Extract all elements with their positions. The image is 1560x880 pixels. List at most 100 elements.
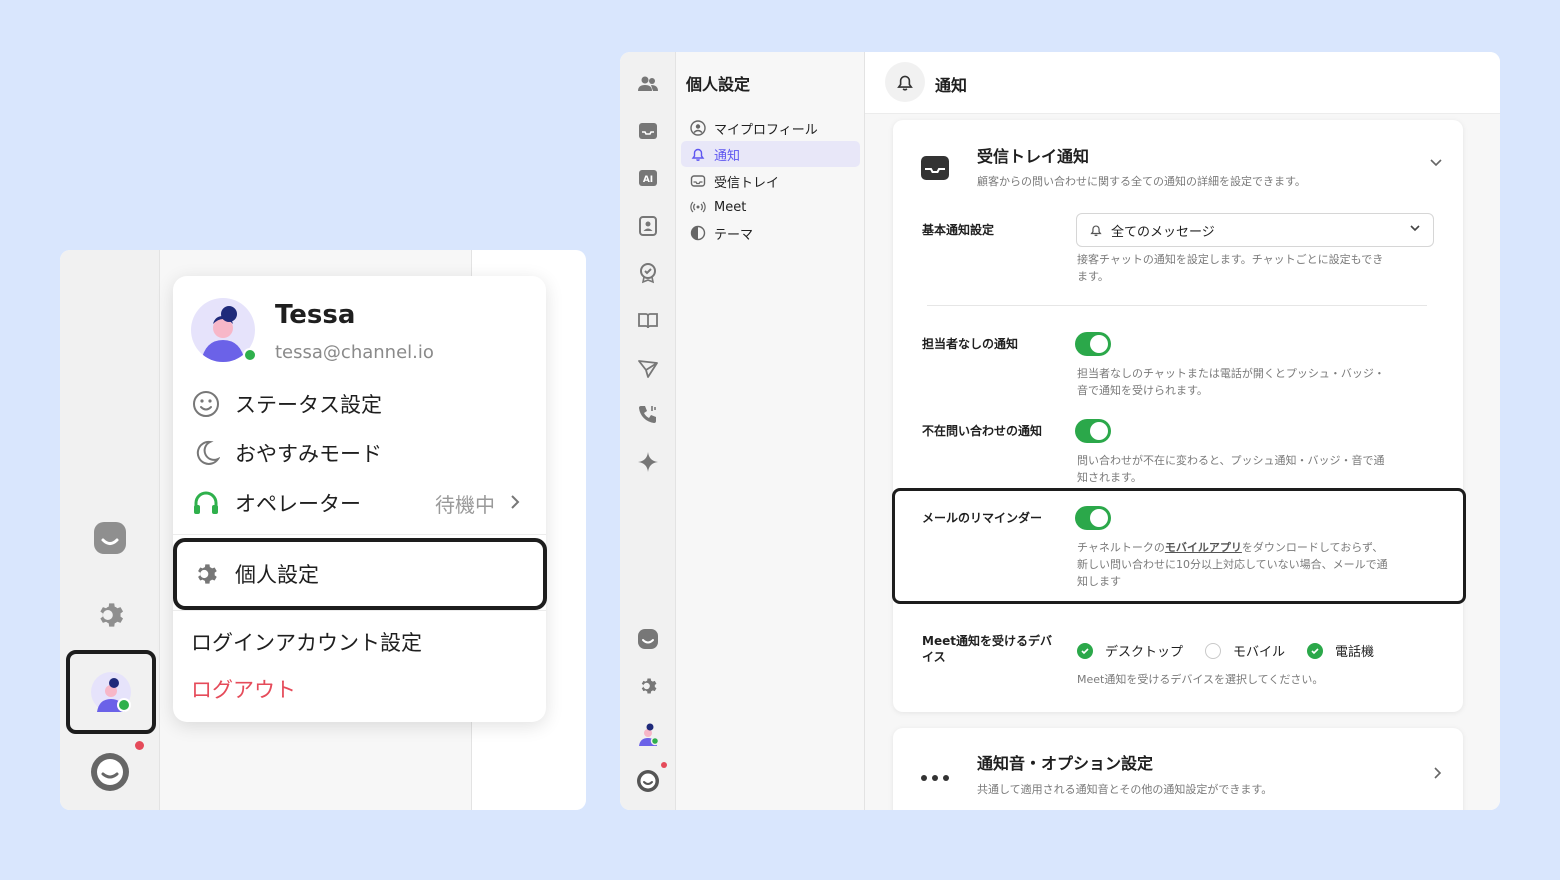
send-icon[interactable] xyxy=(634,355,662,383)
phone-icon[interactable] xyxy=(634,400,662,428)
more-icon xyxy=(919,762,951,794)
gear-icon[interactable] xyxy=(634,672,662,700)
badge-check-icon[interactable] xyxy=(634,259,662,287)
absent-notification-label: 不在問い合わせの通知 xyxy=(922,424,1043,438)
nav-item-label: 受信トレイ xyxy=(714,175,780,191)
status-setting-label: ステータス設定 xyxy=(235,393,382,417)
operator-item[interactable]: オペレーター 待機中 xyxy=(191,483,531,523)
profile-menu: Tessa tessa@channel.io ステータス設定 おやすみモード オ… xyxy=(173,276,546,722)
email-reminder-desc: チャネルトークのモバイルアプリをダウンロードしておらず、 新しい問い合わせに10… xyxy=(1077,539,1437,590)
label-line: イス xyxy=(922,650,946,664)
desc-line: ます。 xyxy=(1077,270,1109,283)
user-name: Tessa xyxy=(275,300,356,330)
user-avatar-button[interactable] xyxy=(634,720,662,748)
online-status-dot xyxy=(117,698,131,712)
logout-label: ログアウト xyxy=(191,678,296,702)
main-sidebar-rail: AI xyxy=(620,52,676,810)
gear-icon[interactable] xyxy=(90,595,130,635)
absent-notification-desc: 問い合わせが不在に変わると、プッシュ通知・バッジ・音で通 知されます。 xyxy=(1077,452,1437,486)
sleep-mode-label: おやすみモード xyxy=(235,442,382,466)
chevron-down-icon[interactable] xyxy=(1429,156,1443,172)
basic-notification-select[interactable]: 全てのメッセージ xyxy=(1076,213,1434,247)
nav-item-my-profile[interactable]: マイプロフィール xyxy=(681,115,860,141)
desc-line: 担当者なしのチャットまたは電話が開くとプッシュ・バッジ・ xyxy=(1077,367,1385,380)
channel-talk-icon[interactable] xyxy=(90,752,130,792)
nav-item-label: 通知 xyxy=(714,148,741,164)
nav-item-meet[interactable]: Meet xyxy=(681,194,860,220)
team-icon[interactable] xyxy=(634,70,662,98)
channel-logo-icon[interactable] xyxy=(90,518,130,558)
basic-notification-desc: 接客チャットの通知を設定します。チャットごとに設定もでき ます。 xyxy=(1077,251,1437,285)
desc-line: 音で通知を受けられます。 xyxy=(1077,384,1208,397)
inbox-icon[interactable] xyxy=(634,117,662,145)
moon-icon xyxy=(191,438,221,468)
meet-device-checkboxes: デスクトップ モバイル 電話機 xyxy=(1077,641,1396,660)
label-line: Meet通知を受けるデバ xyxy=(922,634,1052,648)
meet-device-label: Meet通知を受けるデバ イス xyxy=(922,633,1067,665)
desc-text: をダウンロードしておらず、 xyxy=(1241,541,1384,554)
nav-item-inbox[interactable]: 受信トレイ xyxy=(681,168,860,194)
left-sidebar-rail xyxy=(60,250,160,810)
logout-item[interactable]: ログアウト xyxy=(191,669,531,709)
email-reminder-label: メールのリマインダー xyxy=(922,511,1043,525)
absent-notification-toggle[interactable] xyxy=(1075,419,1111,443)
meet-device-desc: Meet通知を受けるデバイスを選択してください。 xyxy=(1077,673,1324,686)
gear-icon xyxy=(191,559,221,589)
desc-line: 問い合わせが不在に変わると、プッシュ通知・バッジ・音で通 xyxy=(1077,454,1385,467)
svg-text:AI: AI xyxy=(643,175,653,185)
inbox-icon xyxy=(919,152,951,184)
profile-icon xyxy=(689,119,707,137)
mobile-app-link[interactable]: モバイルアプリ xyxy=(1165,541,1242,554)
unassigned-notification-toggle[interactable] xyxy=(1075,332,1111,356)
inbox-notification-panel: 受信トレイ通知 顧客からの問い合わせに関する全ての通知の詳細を設定できます。 基… xyxy=(893,120,1463,712)
user-avatar-button[interactable] xyxy=(66,650,156,734)
headset-icon xyxy=(191,488,221,518)
toggle-knob xyxy=(1090,335,1108,353)
user-email: tessa@channel.io xyxy=(275,342,434,363)
sparkle-icon[interactable] xyxy=(634,448,662,476)
settings-window: AI 個人設定 マイプロフィール 通知 受信トレイ Meet テーマ 通知 受信… xyxy=(620,52,1500,810)
content-header: 通知 xyxy=(865,52,1500,114)
toggle-knob xyxy=(1090,509,1108,527)
login-account-setting-item[interactable]: ログインアカウント設定 xyxy=(191,622,531,662)
desc-line: 接客チャットの通知を設定します。チャットごとに設定もでき xyxy=(1077,253,1384,266)
sound-option-panel[interactable]: 通知音・オプション設定 共通して適用される通知音とその他の通知設定ができます。 xyxy=(893,728,1463,810)
contacts-icon[interactable] xyxy=(634,212,662,240)
checkbox-label: 電話機 xyxy=(1335,645,1375,660)
nav-item-label: テーマ xyxy=(714,227,754,243)
operator-label: オペレーター xyxy=(235,492,361,516)
settings-nav-title: 個人設定 xyxy=(686,75,751,94)
channel-logo-icon[interactable] xyxy=(634,625,662,653)
sleep-mode-item[interactable]: おやすみモード xyxy=(191,433,531,473)
menu-divider xyxy=(173,610,546,611)
nav-item-label: マイプロフィール xyxy=(714,122,818,138)
menu-divider xyxy=(173,534,546,535)
smiley-icon xyxy=(191,389,221,419)
notification-dot xyxy=(135,741,144,750)
theme-icon xyxy=(689,224,707,242)
book-icon[interactable] xyxy=(634,307,662,335)
nav-item-notifications[interactable]: 通知 xyxy=(681,141,860,167)
page-title: 通知 xyxy=(935,76,968,95)
login-account-label: ログインアカウント設定 xyxy=(191,631,422,655)
checkbox-phone[interactable] xyxy=(1307,642,1324,659)
desc-line: チャネルトークのモバイルアプリをダウンロードしておらず、 xyxy=(1077,539,1437,556)
desc-line: 知されます。 xyxy=(1077,471,1142,484)
channel-talk-icon[interactable] xyxy=(634,767,662,795)
bell-icon xyxy=(1089,223,1103,237)
checkbox-mobile[interactable] xyxy=(1205,642,1222,659)
chevron-right-icon xyxy=(1433,766,1443,784)
unassigned-notification-label: 担当者なしの通知 xyxy=(922,337,1019,351)
personal-settings-item[interactable]: 個人設定 xyxy=(173,538,547,610)
checkbox-desktop[interactable] xyxy=(1077,642,1093,659)
ai-icon[interactable]: AI xyxy=(634,164,662,192)
section-description: 顧客からの問い合わせに関する全ての通知の詳細を設定できます。 xyxy=(977,175,1306,188)
status-setting-item[interactable]: ステータス設定 xyxy=(191,384,531,424)
nav-item-theme[interactable]: テーマ xyxy=(681,220,860,246)
email-reminder-toggle[interactable] xyxy=(1075,506,1111,530)
settings-nav: 個人設定 マイプロフィール 通知 受信トレイ Meet テーマ xyxy=(676,52,865,810)
chevron-right-icon xyxy=(509,491,521,515)
personal-settings-row: 個人設定 xyxy=(191,554,531,594)
online-status-dot xyxy=(243,348,257,362)
checkbox-label: デスクトップ xyxy=(1105,645,1184,660)
